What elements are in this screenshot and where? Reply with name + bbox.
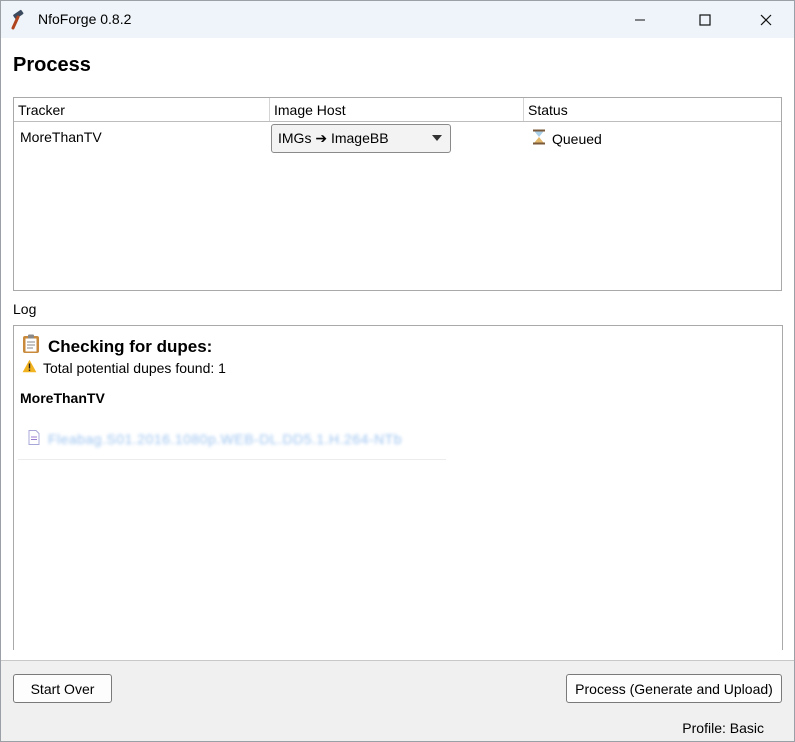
dupe-summary-text: Total potential dupes found: 1 xyxy=(43,359,226,376)
footer-bar: Start Over Process (Generate and Upload)… xyxy=(1,661,794,741)
log-heading: Checking for dupes: xyxy=(22,334,212,359)
window-title: NfoForge 0.8.2 xyxy=(38,11,132,27)
maximize-icon[interactable] xyxy=(682,1,728,38)
dupe-summary: Total potential dupes found: 1 xyxy=(22,359,226,376)
clipboard-icon xyxy=(22,334,40,359)
table-header: Tracker Image Host Status xyxy=(14,98,781,122)
tracker-table: Tracker Image Host Status MoreThanTV IMG… xyxy=(13,97,782,291)
tracker-cell: MoreThanTV xyxy=(20,129,102,145)
log-panel[interactable]: Checking for dupes: Total potential dupe… xyxy=(13,325,783,650)
warning-icon xyxy=(22,359,37,376)
column-header-tracker[interactable]: Tracker xyxy=(14,98,270,121)
dupe-link[interactable]: Fleabag.S01.2016.1080p.WEB-DL.DD5.1.H.26… xyxy=(48,431,402,447)
app-window: NfoForge 0.8.2 Process Tracker Image Hos… xyxy=(0,0,795,742)
column-header-image-host[interactable]: Image Host xyxy=(270,98,524,121)
start-over-button[interactable]: Start Over xyxy=(13,674,112,703)
document-icon xyxy=(28,430,40,448)
status-text: Queued xyxy=(552,130,602,147)
hourglass-icon xyxy=(532,129,546,148)
image-host-value: IMGs ➔ ImageBB xyxy=(278,130,389,146)
hammer-icon xyxy=(10,9,32,31)
dupe-item[interactable]: Fleabag.S01.2016.1080p.WEB-DL.DD5.1.H.26… xyxy=(18,424,446,460)
log-tracker-name: MoreThanTV xyxy=(20,390,105,406)
log-heading-text: Checking for dupes: xyxy=(48,336,213,356)
close-icon[interactable] xyxy=(743,1,789,38)
status-cell: Queued xyxy=(532,129,602,148)
column-header-status[interactable]: Status xyxy=(524,98,781,121)
minimize-icon[interactable] xyxy=(617,1,663,38)
log-label: Log xyxy=(13,301,37,317)
chevron-down-icon xyxy=(432,135,442,141)
image-host-select[interactable]: IMGs ➔ ImageBB xyxy=(271,124,451,153)
page-title: Process xyxy=(13,54,91,76)
title-bar: NfoForge 0.8.2 xyxy=(1,1,794,38)
profile-status: Profile: Basic xyxy=(682,720,764,736)
process-button[interactable]: Process (Generate and Upload) xyxy=(566,674,782,703)
